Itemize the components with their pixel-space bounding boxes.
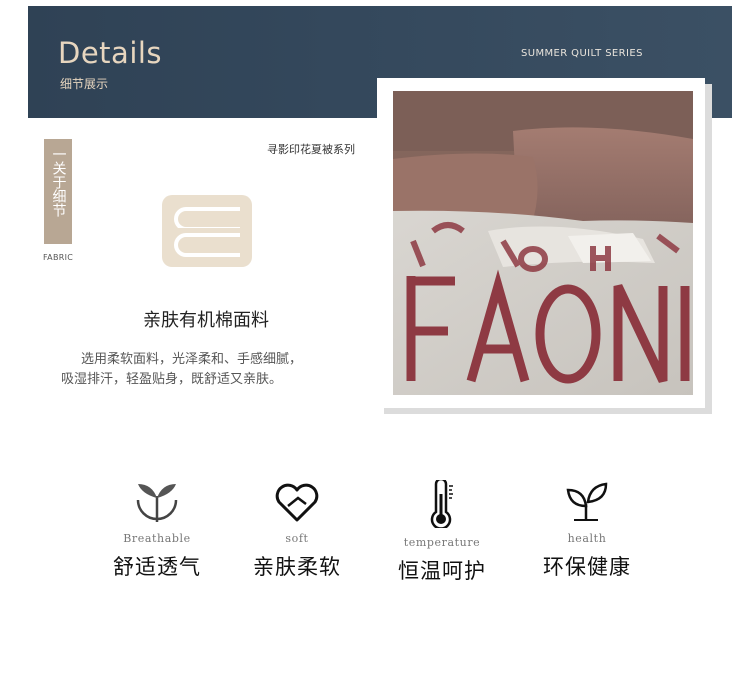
thermometer-icon bbox=[430, 480, 453, 528]
feature-icons-row: Breathable 舒适透气 soft 亲肤柔软 temperature 恒温… bbox=[0, 480, 750, 600]
feature-desc-line-2: 吸湿排汗，轻盈贴身，既舒适又亲肤。 bbox=[61, 372, 283, 387]
feature-health-cn: 环保健康 bbox=[543, 555, 631, 579]
bedding-photo bbox=[393, 91, 693, 395]
sprout-icon bbox=[566, 482, 608, 521]
header-title: Details bbox=[58, 36, 163, 70]
feature-soft-en: soft bbox=[285, 532, 309, 545]
heart-icon bbox=[275, 483, 319, 522]
feature-description: 选用柔软面料，光泽柔和、手感细腻， 吸湿排汗，轻盈贴身，既舒适又亲肤。 bbox=[61, 350, 361, 390]
leaf-bowl-icon bbox=[136, 484, 178, 522]
feature-temperature-cn: 恒温呵护 bbox=[398, 559, 486, 583]
feature-health: health 环保健康 bbox=[527, 480, 647, 581]
feature-breathable-en: Breathable bbox=[123, 532, 191, 545]
feature-title: 亲肤有机棉面料 bbox=[143, 310, 269, 331]
feature-breathable: Breathable 舒适透气 bbox=[97, 480, 217, 581]
header-series: SUMMER QUILT SERIES bbox=[521, 48, 643, 59]
series-title-cn: 寻影印花夏被系列 bbox=[267, 143, 355, 156]
side-tag: 一关于细节 bbox=[44, 139, 72, 244]
feature-temperature: temperature 恒温呵护 bbox=[382, 480, 502, 585]
feature-soft: soft 亲肤柔软 bbox=[237, 480, 357, 581]
feature-health-en: health bbox=[567, 532, 607, 545]
fabric-label: FABRIC bbox=[43, 253, 74, 262]
brand-logo-icon bbox=[162, 195, 252, 267]
feature-desc-line-1: 选用柔软面料，光泽柔和、手感细腻， bbox=[81, 352, 303, 367]
feature-soft-cn: 亲肤柔软 bbox=[253, 555, 341, 579]
feature-temperature-en: temperature bbox=[403, 536, 481, 549]
header-subtitle: 细节展示 bbox=[60, 77, 109, 91]
feature-breathable-cn: 舒适透气 bbox=[113, 555, 201, 579]
side-tag-text: 一关于细节 bbox=[50, 147, 67, 217]
bedding-photo-illustration bbox=[393, 91, 693, 395]
